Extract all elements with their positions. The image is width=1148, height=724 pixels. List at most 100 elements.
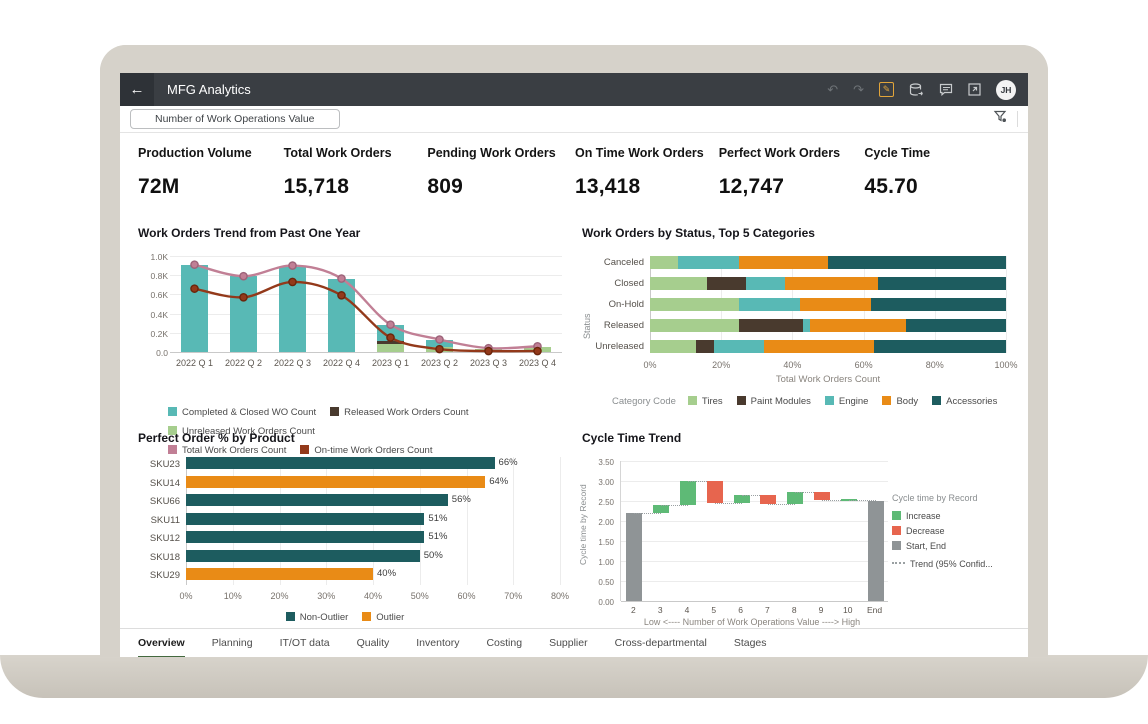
bar-segment-accessories[interactable] (871, 298, 1006, 311)
bar-segment-engine[interactable] (746, 277, 785, 290)
data-refresh-icon[interactable] (909, 83, 924, 97)
data-point-on-time-work-orders-count[interactable] (485, 347, 492, 354)
data-point-total-work-orders-count[interactable] (436, 336, 443, 343)
tab-inventory[interactable]: Inventory (416, 637, 459, 657)
waterfall-bar-increase[interactable] (653, 505, 669, 513)
bar-sku12[interactable] (186, 531, 424, 543)
bar-segment-paint-modules[interactable] (707, 277, 746, 290)
comment-icon[interactable] (939, 83, 953, 96)
data-point-on-time-work-orders-count[interactable] (338, 292, 345, 299)
bar-sku29[interactable] (186, 568, 373, 580)
bar-segment-body[interactable] (739, 256, 828, 269)
chart-title: Cycle Time Trend (582, 431, 1010, 445)
data-point-on-time-work-orders-count[interactable] (436, 346, 443, 353)
gridline (621, 561, 888, 562)
data-point-total-work-orders-count[interactable] (191, 261, 198, 268)
waterfall-bar-decrease[interactable] (707, 481, 723, 503)
open-in-new-icon[interactable] (968, 83, 981, 96)
data-point-on-time-work-orders-count[interactable] (191, 285, 198, 292)
bar-segment-accessories[interactable] (874, 340, 1006, 353)
legend-item-paint-modules[interactable]: Paint Modules (737, 396, 811, 407)
bar-segment-tires[interactable] (650, 319, 739, 332)
bar-segment-tires[interactable] (650, 340, 696, 353)
legend-item-outlier[interactable]: Outlier (362, 612, 404, 623)
data-point-total-work-orders-count[interactable] (387, 321, 394, 328)
bar-value-label: 51% (428, 531, 447, 543)
legend-item-decrease[interactable]: Decrease (892, 526, 996, 536)
data-point-on-time-work-orders-count[interactable] (240, 294, 247, 301)
waterfall-bar-increase[interactable] (680, 481, 696, 505)
legend-item-increase[interactable]: Increase (892, 511, 996, 521)
bar-value-label: 51% (428, 513, 447, 525)
filter-icon[interactable] (993, 109, 1008, 129)
data-point-on-time-work-orders-count[interactable] (387, 334, 394, 341)
y-tick-label: 0.50 (598, 578, 614, 587)
waterfall-bar-increase[interactable] (734, 495, 750, 503)
bar-segment-body[interactable] (810, 319, 906, 332)
tab-it-ot-data[interactable]: IT/OT data (280, 637, 330, 657)
legend-item-engine[interactable]: Engine (825, 396, 869, 407)
combo-plot (170, 256, 562, 352)
legend-item-non-outlier[interactable]: Non-Outlier (286, 612, 349, 623)
bar-segment-paint-modules[interactable] (739, 319, 803, 332)
legend-item-accessories[interactable]: Accessories (932, 396, 997, 407)
bar-sku11[interactable] (186, 513, 424, 525)
legend-item-trend[interactable]: Trend (95% Confid... (892, 559, 996, 569)
bar-segment-accessories[interactable] (878, 277, 1006, 290)
bar-segment-engine[interactable] (678, 256, 739, 269)
x-tick-label: 2022 Q 4 (317, 358, 366, 368)
bar-sku14[interactable] (186, 476, 485, 488)
legend-item-tires[interactable]: Tires (688, 396, 723, 407)
bar-row: 50% (186, 550, 560, 562)
back-button[interactable]: ← (120, 73, 154, 106)
filter-bar: Number of Work Operations Value (120, 106, 1028, 133)
undo-icon[interactable]: ↶ (827, 83, 838, 96)
bar-segment-tires[interactable] (650, 277, 707, 290)
bar-sku66[interactable] (186, 494, 448, 506)
bar-segment-body[interactable] (764, 340, 874, 353)
bar-segment-paint-modules[interactable] (696, 340, 714, 353)
avatar[interactable]: JH (996, 80, 1016, 100)
bar-segment-tires[interactable] (650, 256, 678, 269)
chart-title: Work Orders Trend from Past One Year (138, 226, 566, 240)
bar-segment-accessories[interactable] (906, 319, 1006, 332)
tab-stages[interactable]: Stages (734, 637, 767, 657)
waterfall-bar-decrease[interactable] (760, 495, 776, 504)
tab-supplier[interactable]: Supplier (549, 637, 588, 657)
waterfall-bar-decrease[interactable] (814, 492, 830, 500)
x-tick-label: 20% (712, 360, 730, 370)
bar-segment-accessories[interactable] (828, 256, 1006, 269)
bar-segment-engine[interactable] (803, 319, 810, 332)
x-tick-label: 3 (647, 605, 674, 615)
redo-icon[interactable]: ↷ (853, 83, 864, 96)
data-point-total-work-orders-count[interactable] (289, 262, 296, 269)
data-point-on-time-work-orders-count[interactable] (534, 347, 541, 354)
legend-swatch (882, 396, 891, 405)
waterfall-bar-start[interactable] (626, 513, 642, 601)
bar-value-label: 56% (452, 494, 471, 506)
bar-segment-engine[interactable] (714, 340, 764, 353)
waterfall-bar-increase[interactable] (787, 492, 803, 504)
tab-quality[interactable]: Quality (357, 637, 390, 657)
bar-sku18[interactable] (186, 550, 420, 562)
chart-title: Work Orders by Status, Top 5 Categories (582, 226, 1010, 240)
data-point-on-time-work-orders-count[interactable] (289, 278, 296, 285)
waterfall-bar-end[interactable] (868, 501, 884, 601)
bar-segment-tires[interactable] (650, 298, 739, 311)
data-point-total-work-orders-count[interactable] (240, 273, 247, 280)
edit-icon[interactable]: ✎ (879, 82, 894, 97)
tab-cross-departmental[interactable]: Cross-departmental (615, 637, 707, 657)
tab-planning[interactable]: Planning (212, 637, 253, 657)
filter-chip[interactable]: Number of Work Operations Value (130, 109, 340, 129)
tab-costing[interactable]: Costing (486, 637, 522, 657)
data-point-total-work-orders-count[interactable] (338, 275, 345, 282)
bar-segment-body[interactable] (785, 277, 878, 290)
bar-sku23[interactable] (186, 457, 495, 469)
legend-item-body[interactable]: Body (882, 396, 918, 407)
legend-item-completed-closed-wo-count[interactable]: Completed & Closed WO Count (168, 407, 316, 418)
bar-segment-body[interactable] (800, 298, 871, 311)
legend-item-released-work-orders-count[interactable]: Released Work Orders Count (330, 407, 468, 418)
tab-overview[interactable]: Overview (138, 637, 185, 657)
bar-segment-engine[interactable] (739, 298, 800, 311)
legend-item-start-end[interactable]: Start, End (892, 541, 996, 551)
